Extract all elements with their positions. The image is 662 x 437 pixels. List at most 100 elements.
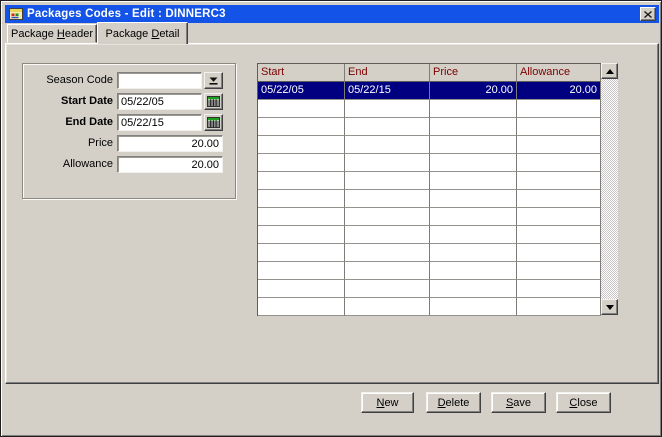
new-button[interactable]: New [361,392,414,413]
allowance-input[interactable] [117,156,223,173]
season-code-label: Season Code [29,72,113,89]
table-cell-empty[interactable] [430,190,517,208]
triangle-down-icon [606,305,614,310]
table-cell-empty[interactable] [430,208,517,226]
table-cell-empty[interactable] [258,154,345,172]
scroll-down-button[interactable] [601,299,618,315]
close-button-label: Close [569,397,597,409]
price-label: Price [29,135,113,152]
start-date-calendar-button[interactable] [204,93,223,110]
table-cell-empty[interactable] [517,136,601,154]
table-row-empty[interactable] [258,208,601,226]
cell-end[interactable]: 05/22/15 [345,82,430,100]
table-row-empty[interactable] [258,100,601,118]
save-button-label: Save [506,397,531,409]
title-bar: Packages Codes - Edit : DINNERC3 [5,5,659,23]
table-cell-empty[interactable] [258,136,345,154]
scroll-up-button[interactable] [601,63,618,79]
table-cell-empty[interactable] [517,226,601,244]
tab-package-header[interactable]: Package Header [7,24,97,43]
new-button-label: New [376,397,398,409]
season-code-lov-button[interactable] [204,72,223,89]
table-row-empty[interactable] [258,226,601,244]
table-cell-empty[interactable] [430,100,517,118]
table-row-empty[interactable] [258,190,601,208]
table-cell-empty[interactable] [345,226,430,244]
table-cell-empty[interactable] [345,118,430,136]
cell-allowance[interactable]: 20.00 [517,82,601,100]
start-date-input[interactable] [117,93,202,110]
table-cell-empty[interactable] [258,298,345,316]
table-cell-empty[interactable] [345,100,430,118]
table-cell-empty[interactable] [258,190,345,208]
table-cell-empty[interactable] [517,298,601,316]
table-cell-empty[interactable] [345,280,430,298]
table-row-empty[interactable] [258,262,601,280]
app-icon [9,7,23,21]
price-input[interactable] [117,135,223,152]
table-scrollbar[interactable] [601,63,618,315]
triangle-up-icon [606,69,614,74]
table-cell-empty[interactable] [258,100,345,118]
scrollbar-track[interactable] [601,79,618,299]
table-cell-empty[interactable] [345,190,430,208]
table-row-empty[interactable] [258,298,601,316]
table-row-empty[interactable] [258,172,601,190]
table-row-empty[interactable] [258,118,601,136]
table-cell-empty[interactable] [517,208,601,226]
table-cell-empty[interactable] [517,154,601,172]
table-cell-empty[interactable] [430,262,517,280]
table-row-selected[interactable]: 05/22/05 05/22/15 20.00 20.00 [258,82,601,100]
end-date-calendar-button[interactable] [204,114,223,131]
table-row-empty[interactable] [258,154,601,172]
cell-start[interactable]: 05/22/05 [258,82,345,100]
season-code-input[interactable] [117,72,202,89]
table-cell-empty[interactable] [430,244,517,262]
table-cell-empty[interactable] [430,280,517,298]
column-header-price: Price [430,64,517,82]
table-cell-empty[interactable] [430,298,517,316]
close-icon [644,11,652,18]
table-cell-empty[interactable] [258,244,345,262]
table-row-empty[interactable] [258,280,601,298]
tab-label: Package Header [11,28,93,40]
close-window-button[interactable]: Close [556,392,611,413]
table-cell-empty[interactable] [430,172,517,190]
table-row-empty[interactable] [258,244,601,262]
delete-button-label: Delete [438,397,470,409]
table-cell-empty[interactable] [345,136,430,154]
table-header-row: Start End Price Allowance [258,64,601,82]
table-cell-empty[interactable] [430,154,517,172]
table-cell-empty[interactable] [258,262,345,280]
table-cell-empty[interactable] [517,262,601,280]
delete-button[interactable]: Delete [426,392,481,413]
table-cell-empty[interactable] [517,172,601,190]
table-cell-empty[interactable] [345,262,430,280]
table-cell-empty[interactable] [517,100,601,118]
table-cell-empty[interactable] [430,118,517,136]
table-cell-empty[interactable] [345,172,430,190]
table-cell-empty[interactable] [517,280,601,298]
table-cell-empty[interactable] [258,208,345,226]
table-row-empty[interactable] [258,136,601,154]
table-cell-empty[interactable] [345,208,430,226]
tab-package-detail[interactable]: Package Detail [97,22,188,44]
table-cell-empty[interactable] [345,298,430,316]
table-cell-empty[interactable] [430,226,517,244]
table-cell-empty[interactable] [258,172,345,190]
table-cell-empty[interactable] [258,280,345,298]
save-button[interactable]: Save [491,392,546,413]
table-cell-empty[interactable] [430,136,517,154]
table-cell-empty[interactable] [345,154,430,172]
cell-price[interactable]: 20.00 [430,82,517,100]
close-button[interactable] [640,7,656,21]
allowance-label: Allowance [29,156,113,173]
table-cell-empty[interactable] [345,244,430,262]
table-cell-empty[interactable] [517,118,601,136]
table-cell-empty[interactable] [517,190,601,208]
end-date-input[interactable] [117,114,202,131]
table-cell-empty[interactable] [258,226,345,244]
lov-down-arrow-icon [209,76,218,85]
table-cell-empty[interactable] [517,244,601,262]
table-cell-empty[interactable] [258,118,345,136]
